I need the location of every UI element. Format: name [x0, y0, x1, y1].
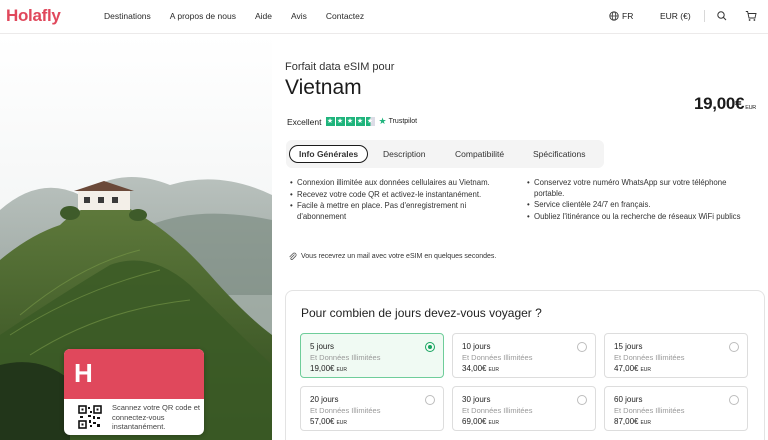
cart-icon[interactable]	[745, 10, 757, 22]
trustpilot-logo: ★ Trustpilot	[379, 116, 418, 127]
plan-radio[interactable]	[577, 395, 587, 405]
product-title: Vietnam	[285, 76, 362, 99]
currency-selector[interactable]: EUR (€)	[660, 11, 691, 21]
plan-data: Et Données Illimitées	[614, 353, 685, 362]
days-selector: Pour combien de jours devez-vous voyager…	[285, 290, 765, 440]
tab-compatibility[interactable]: Compatibilité	[455, 145, 504, 163]
feature-item: Conservez votre numéro WhatsApp sur votr…	[527, 178, 755, 199]
plan-price-currency: EUR	[488, 367, 500, 373]
plan-days: 15 jours	[614, 342, 643, 351]
plan-price: 34,00€ EUR	[462, 364, 499, 373]
plan-days: 60 jours	[614, 395, 643, 404]
plan-price-value: 57,00€	[310, 417, 335, 426]
product-price: 19,00€EUR	[694, 94, 756, 114]
plan-price-value: 69,00€	[462, 417, 487, 426]
product-subtitle: Forfait data eSIM pour	[285, 61, 395, 73]
plan-days: 20 jours	[310, 395, 339, 404]
nav-contact[interactable]: Contactez	[326, 11, 364, 21]
plan-data: Et Données Illimitées	[462, 353, 533, 362]
features-list-left: Connexion illimitée aux données cellulai…	[290, 178, 515, 223]
search-icon[interactable]	[716, 10, 728, 22]
nav-reviews[interactable]: Avis	[291, 11, 307, 21]
nav-help[interactable]: Aide	[255, 11, 272, 21]
feature-item: Service clientèle 24/7 en français.	[527, 200, 755, 211]
nav-about[interactable]: A propos de nous	[170, 11, 236, 21]
days-selector-title: Pour combien de jours devez-vous voyager…	[301, 306, 542, 320]
plan-price-value: 34,00€	[462, 364, 487, 373]
plan-price-currency: EUR	[640, 420, 652, 426]
plan-radio[interactable]	[729, 342, 739, 352]
plan-price-currency: EUR	[336, 420, 348, 426]
plan-days: 10 jours	[462, 342, 491, 351]
email-notice-text: Vous recevrez un mail avec votre eSIM en…	[301, 253, 497, 260]
language-label: FR	[622, 11, 634, 21]
price-currency: EUR	[745, 105, 756, 111]
plan-price-currency: EUR	[640, 367, 652, 373]
main-nav: Destinations A propos de nous Aide Avis …	[104, 11, 364, 21]
feature-item: Oubliez l'itinérance ou la recherche de …	[527, 212, 755, 223]
plan-data: Et Données Illimitées	[614, 406, 685, 415]
language-selector[interactable]: FR	[609, 11, 633, 21]
paperclip-icon	[289, 252, 297, 260]
plan-option-30-days[interactable]: 30 jours Et Données Illimitées 69,00€ EUR	[452, 386, 596, 431]
vietnam-hero-image: H Scannez votre QR code et connectez-vou…	[0, 35, 272, 440]
product-tabs: Info Générales Description Compatibilité…	[286, 140, 604, 168]
plan-option-20-days[interactable]: 20 jours Et Données Illimitées 57,00€ EUR	[300, 386, 444, 431]
star-icon: ★	[335, 117, 345, 126]
trustpilot-rating[interactable]: Excellent ★ ★ ★ ★ ★ ★ Trustpilot	[287, 116, 417, 127]
plan-days: 5 jours	[310, 342, 335, 351]
plan-price: 87,00€ EUR	[614, 417, 651, 426]
site-header: Holafly Destinations A propos de nous Ai…	[0, 0, 768, 34]
plan-option-10-days[interactable]: 10 jours Et Données Illimitées 34,00€ EUR	[452, 333, 596, 378]
star-icon: ★	[325, 117, 335, 126]
qr-code-icon	[78, 405, 102, 429]
globe-icon	[609, 11, 619, 21]
plan-price: 19,00€ EUR	[310, 364, 347, 373]
feature-item: Recevez votre code QR et activez-le inst…	[290, 190, 515, 201]
star-icon: ★	[365, 117, 375, 126]
plan-option-5-days[interactable]: 5 jours Et Données Illimitées 19,00€ EUR	[300, 333, 444, 378]
email-notice: Vous recevrez un mail avec votre eSIM en…	[288, 252, 496, 261]
tab-specifications[interactable]: Spécifications	[533, 145, 585, 163]
plan-price-value: 87,00€	[614, 417, 639, 426]
plan-price: 47,00€ EUR	[614, 364, 651, 373]
qr-instruction-text: Scannez votre QR code et connectez-vous …	[112, 403, 200, 431]
plan-radio[interactable]	[425, 395, 435, 405]
feature-item: Connexion illimitée aux données cellulai…	[290, 178, 515, 189]
plan-days: 30 jours	[462, 395, 491, 404]
plan-price: 69,00€ EUR	[462, 417, 499, 426]
plan-data: Et Données Illimitées	[310, 406, 381, 415]
plan-price-currency: EUR	[336, 367, 348, 373]
trustpilot-star-icon: ★	[378, 116, 387, 126]
holafly-h-logo: H	[74, 358, 93, 388]
rating-label: Excellent	[287, 116, 322, 127]
plan-option-60-days[interactable]: 60 jours Et Données Illimitées 87,00€ EUR	[604, 386, 748, 431]
star-icon: ★	[345, 117, 355, 126]
holafly-logo[interactable]: Holafly	[6, 6, 61, 26]
esim-qr-card: H Scannez votre QR code et connectez-vou…	[64, 349, 204, 435]
plan-radio[interactable]	[577, 342, 587, 352]
rating-stars: ★ ★ ★ ★ ★	[325, 117, 375, 126]
price-value: 19,00€	[694, 94, 745, 113]
tab-general-info[interactable]: Info Générales	[289, 145, 369, 163]
plan-radio[interactable]	[729, 395, 739, 405]
plan-price-value: 47,00€	[614, 364, 639, 373]
card-banner: H	[64, 349, 204, 399]
plan-price-value: 19,00€	[310, 364, 335, 373]
tab-description[interactable]: Description	[383, 145, 426, 163]
plan-price-currency: EUR	[488, 420, 500, 426]
plan-radio[interactable]	[425, 342, 435, 352]
feature-item: Facile à mettre en place. Pas d'enregist…	[290, 201, 485, 222]
trustpilot-label: Trustpilot	[388, 118, 418, 125]
star-icon: ★	[355, 117, 365, 126]
plan-option-15-days[interactable]: 15 jours Et Données Illimitées 47,00€ EUR	[604, 333, 748, 378]
features-list-right: Conservez votre numéro WhatsApp sur votr…	[527, 178, 755, 223]
nav-destinations[interactable]: Destinations	[104, 11, 151, 21]
plan-data: Et Données Illimitées	[310, 353, 381, 362]
header-divider	[704, 10, 705, 22]
plan-data: Et Données Illimitées	[462, 406, 533, 415]
plan-price: 57,00€ EUR	[310, 417, 347, 426]
